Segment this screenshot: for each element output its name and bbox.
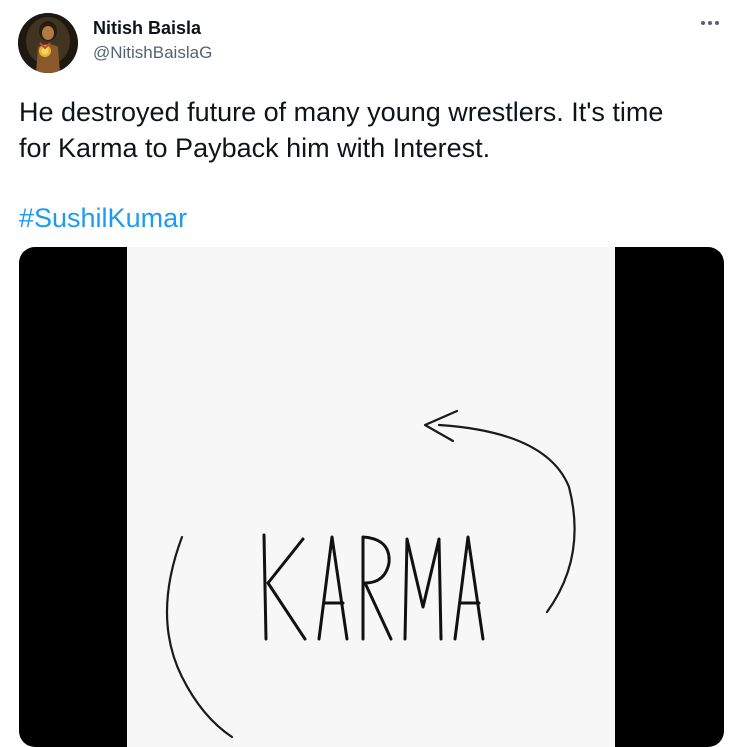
hashtag-link[interactable]: #SushilKumar bbox=[19, 200, 187, 236]
author-avatar[interactable] bbox=[18, 13, 78, 73]
tweet-media[interactable] bbox=[19, 247, 724, 747]
tweet: Nitish Baisla @NitishBaislaG He destroye… bbox=[0, 0, 737, 747]
more-horizontal-icon bbox=[701, 21, 719, 25]
author-handle[interactable]: @NitishBaislaG bbox=[93, 42, 212, 64]
tweet-text: He destroyed future of many young wrestl… bbox=[19, 97, 664, 163]
karma-left-arc bbox=[165, 535, 234, 739]
karma-word bbox=[262, 533, 485, 641]
more-options-button[interactable] bbox=[697, 12, 723, 34]
karma-illustration bbox=[127, 247, 615, 747]
author-display-name[interactable]: Nitish Baisla bbox=[93, 17, 201, 39]
karma-right-arc bbox=[437, 423, 576, 614]
user-avatar-icon bbox=[18, 13, 78, 73]
